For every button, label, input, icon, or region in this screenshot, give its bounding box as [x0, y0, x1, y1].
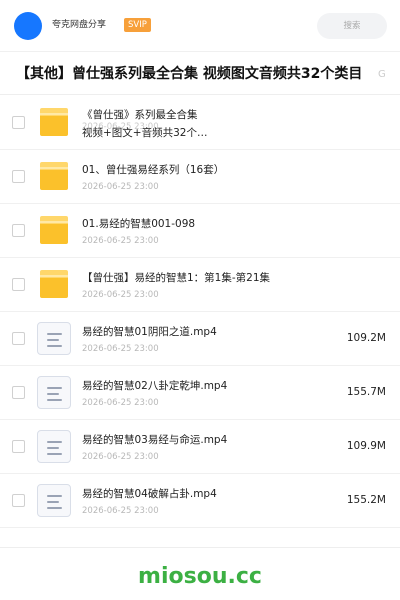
list-item[interactable]: 01.易经的智慧001-098 2026-06-25 23:00: [0, 204, 400, 258]
file-size: 155.7M: [346, 386, 386, 398]
svip-badge: SVIP: [124, 18, 151, 32]
page-title: 【其他】曾仕强系列最全合集 视频图文音频共32个类目: [16, 66, 363, 82]
video-file-icon: [37, 376, 71, 409]
select-checkbox[interactable]: [12, 386, 25, 399]
list-item[interactable]: 易经的智慧03易经与命运.mp4 2026-06-25 23:00 109.9M: [0, 420, 400, 474]
file-name: 易经的智慧04破解占卦.mp4: [82, 488, 217, 500]
file-date: 2026-06-25 23:00: [82, 344, 159, 354]
file-name: 01、曾仕强易经系列（16套）: [82, 164, 225, 176]
list-item[interactable]: 01、曾仕强易经系列（16套） 2026-06-25 23:00: [0, 150, 400, 204]
file-name-line2: 视频+图文+音频共32个…: [82, 127, 208, 139]
file-date: 2026-06-25 23:00: [82, 236, 159, 246]
app-header: 夸克网盘分享 SVIP 搜索: [0, 0, 400, 52]
file-name: 《曾仕强》系列最全合集: [82, 109, 198, 121]
file-name: 【曾仕强】易经的智慧1：第1集-第21集: [82, 272, 271, 284]
select-checkbox[interactable]: [12, 278, 25, 291]
file-date: 2026-06-25 23:00: [82, 290, 159, 300]
title-bar: 【其他】曾仕强系列最全合集 视频图文音频共32个类目 G: [0, 53, 400, 95]
avatar[interactable]: [14, 12, 42, 40]
list-item[interactable]: 【曾仕强】易经的智慧1：第1集-第21集 2026-06-25 23:00: [0, 258, 400, 312]
file-size: 155.2M: [346, 494, 386, 506]
video-file-icon: [37, 430, 71, 463]
search-input[interactable]: 搜索: [317, 13, 387, 39]
select-checkbox[interactable]: [12, 224, 25, 237]
file-name: 易经的智慧01阴阳之道.mp4: [82, 326, 217, 338]
list-item[interactable]: 易经的智慧04破解占卦.mp4 2026-06-25 23:00 155.2M: [0, 474, 400, 528]
file-size: 109.9M: [346, 440, 386, 452]
folder-icon: [40, 216, 68, 244]
select-checkbox[interactable]: [12, 116, 25, 129]
select-checkbox[interactable]: [12, 332, 25, 345]
list-item[interactable]: 易经的智慧01阴阳之道.mp4 2026-06-25 23:00 109.2M: [0, 312, 400, 366]
video-file-icon: [37, 484, 71, 517]
list-item[interactable]: 《曾仕强》系列最全合集 2026-06-25 23:00 视频+图文+音频共32…: [0, 96, 400, 150]
folder-icon: [40, 162, 68, 190]
file-date: 2026-06-25 23:00: [82, 182, 159, 192]
file-date: 2026-06-25 23:00: [82, 452, 159, 462]
file-date: 2026-06-25 23:00: [82, 398, 159, 408]
folder-icon: [40, 270, 68, 298]
file-name: 01.易经的智慧001-098: [82, 218, 196, 230]
select-checkbox[interactable]: [12, 170, 25, 183]
select-checkbox[interactable]: [12, 440, 25, 453]
select-checkbox[interactable]: [12, 494, 25, 507]
file-date: 2026-06-25 23:00: [82, 506, 159, 516]
file-list: 《曾仕强》系列最全合集 2026-06-25 23:00 视频+图文+音频共32…: [0, 96, 400, 528]
watermark-text: miosou.cc: [138, 564, 262, 589]
share-owner-name: 夸克网盘分享: [52, 20, 107, 30]
file-name: 易经的智慧02八卦定乾坤.mp4: [82, 380, 228, 392]
list-item[interactable]: 易经的智慧02八卦定乾坤.mp4 2026-06-25 23:00 155.7M: [0, 366, 400, 420]
file-name: 易经的智慧03易经与命运.mp4: [82, 434, 228, 446]
file-size: 109.2M: [346, 332, 386, 344]
video-file-icon: [37, 322, 71, 355]
folder-icon: [40, 108, 68, 136]
title-suffix: G: [378, 69, 386, 80]
